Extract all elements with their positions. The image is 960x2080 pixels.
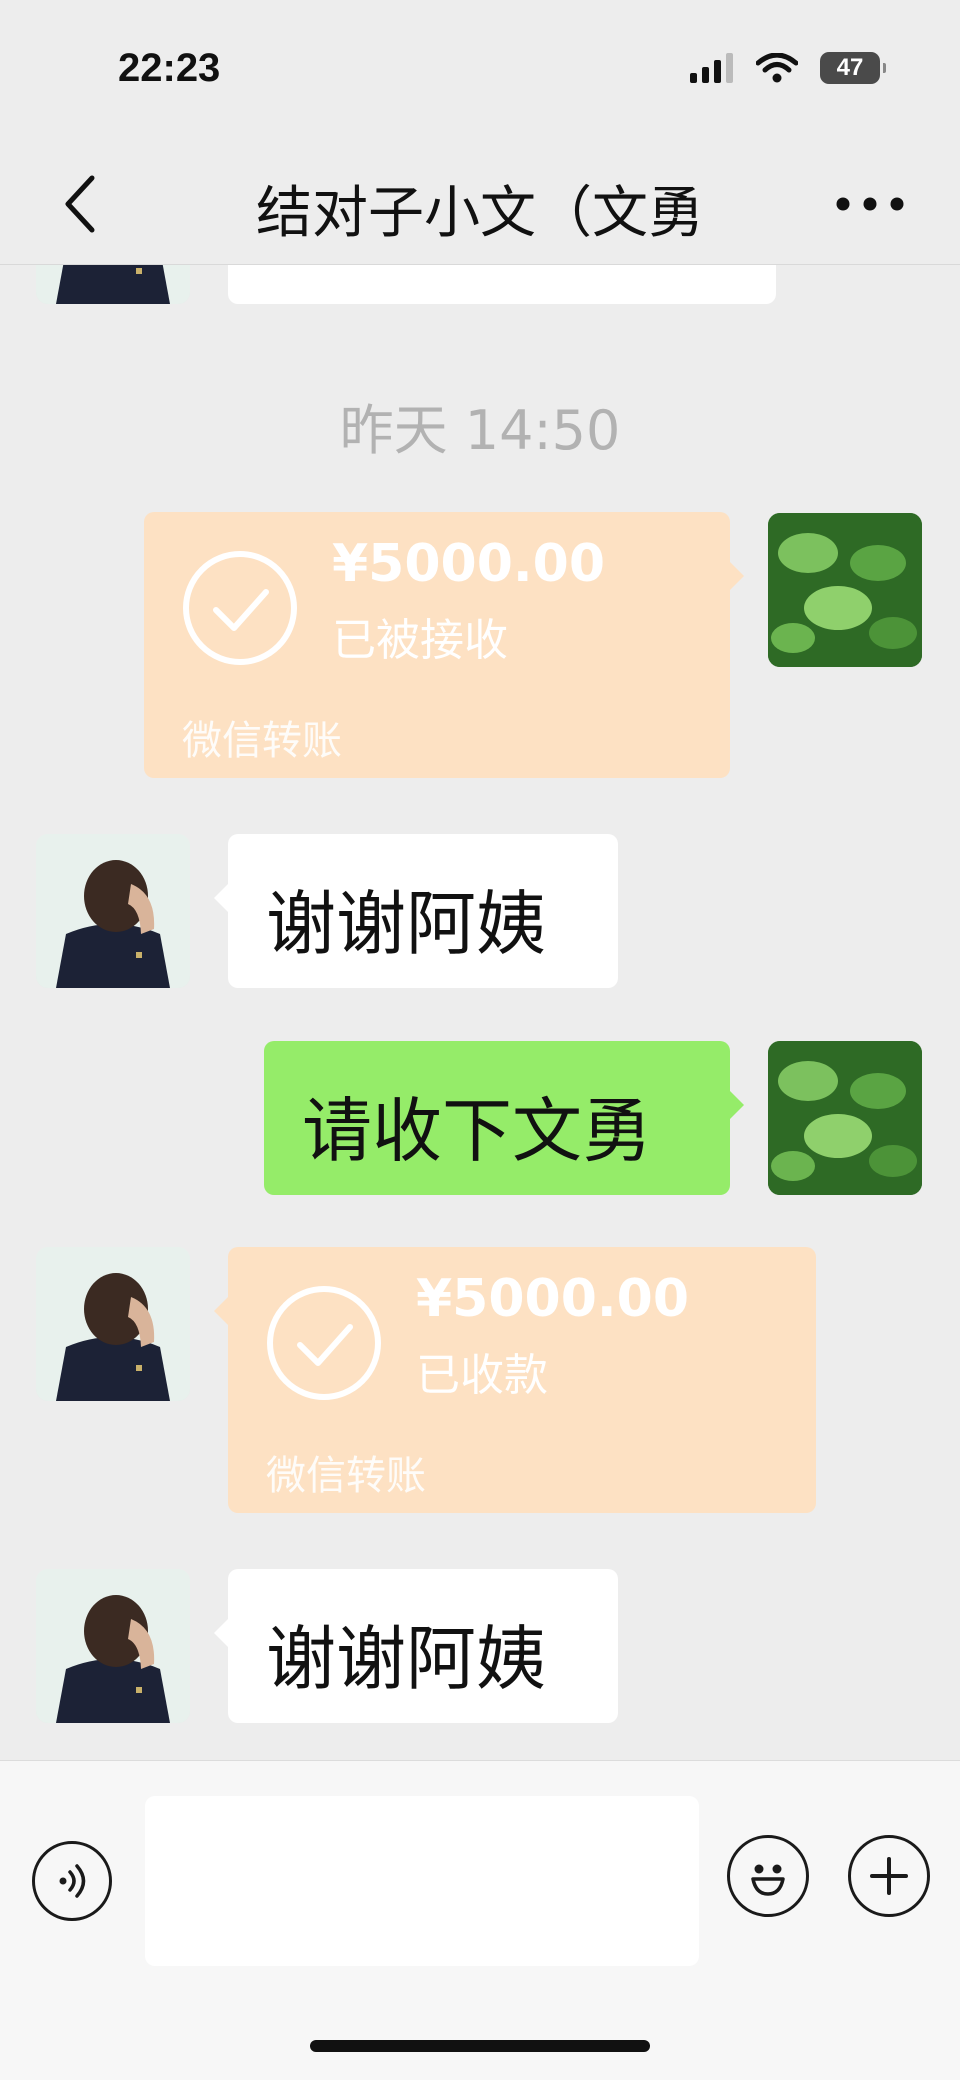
message-text: 谢谢阿姨 xyxy=(266,1618,546,1700)
signal-icon xyxy=(690,53,733,83)
message-bubble-self[interactable]: 请收下文勇 xyxy=(264,1041,744,1195)
contact-avatar[interactable] xyxy=(36,834,190,988)
status-icons: 47 xyxy=(690,52,886,84)
nav-bar: 结对子小文（文勇 xyxy=(0,140,960,265)
person-avatar-image xyxy=(36,1247,190,1401)
transfer-check-icon xyxy=(267,1286,381,1400)
transfer-footer: 微信转账 xyxy=(266,1453,426,1499)
emoji-button[interactable] xyxy=(727,1835,809,1917)
battery-indicator: 47 xyxy=(820,52,886,84)
message-bubble-partial[interactable] xyxy=(228,264,776,304)
back-button[interactable] xyxy=(40,164,120,244)
self-avatar[interactable] xyxy=(768,513,922,667)
transfer-check-icon xyxy=(183,551,297,665)
person-avatar-image xyxy=(36,1569,190,1723)
input-bar xyxy=(0,1760,960,2080)
transfer-status: 已被接收 xyxy=(332,615,508,666)
voice-icon xyxy=(59,1864,86,1898)
plant-avatar-image xyxy=(768,513,922,667)
status-bar: 22:23 47 xyxy=(0,0,960,140)
contact-avatar[interactable] xyxy=(36,1247,190,1401)
plant-avatar-image xyxy=(768,1041,922,1195)
transfer-status: 已收款 xyxy=(416,1350,548,1401)
emoji-icon xyxy=(751,1864,785,1896)
more-icon xyxy=(836,197,904,211)
person-avatar-image xyxy=(36,834,190,988)
person-avatar-image xyxy=(36,264,190,304)
plus-icon xyxy=(870,1857,908,1895)
transfer-card[interactable]: ¥5000.00 已收款 微信转账 xyxy=(214,1247,816,1513)
more-button[interactable] xyxy=(820,164,920,244)
back-icon xyxy=(65,175,95,233)
self-avatar[interactable] xyxy=(768,1041,922,1195)
message-input[interactable] xyxy=(145,1796,699,1966)
timestamp: 昨天 14:50 xyxy=(339,399,621,462)
message-text: 谢谢阿姨 xyxy=(266,883,546,965)
home-indicator xyxy=(310,2040,650,2052)
chat-title: 结对子小文（文勇 xyxy=(256,181,704,246)
contact-avatar[interactable] xyxy=(36,1569,190,1723)
wifi-icon xyxy=(756,53,798,83)
message-bubble[interactable]: 谢谢阿姨 xyxy=(214,1569,618,1723)
transfer-card[interactable]: ¥5000.00 已被接收 微信转账 xyxy=(144,512,744,778)
message-bubble[interactable]: 谢谢阿姨 xyxy=(214,834,618,988)
transfer-amount: ¥5000.00 xyxy=(332,534,606,594)
plus-button[interactable] xyxy=(848,1835,930,1917)
message-text: 请收下文勇 xyxy=(302,1090,652,1172)
transfer-amount: ¥5000.00 xyxy=(416,1269,690,1329)
transfer-footer: 微信转账 xyxy=(182,718,342,764)
status-time: 22:23 xyxy=(118,46,221,90)
voice-button[interactable] xyxy=(32,1841,112,1921)
contact-avatar[interactable] xyxy=(36,264,190,304)
chat-list[interactable]: 昨天 14:50 ¥5000.00 已被接收 微信转账 谢谢阿姨 请收下文勇 ¥… xyxy=(0,264,960,1760)
